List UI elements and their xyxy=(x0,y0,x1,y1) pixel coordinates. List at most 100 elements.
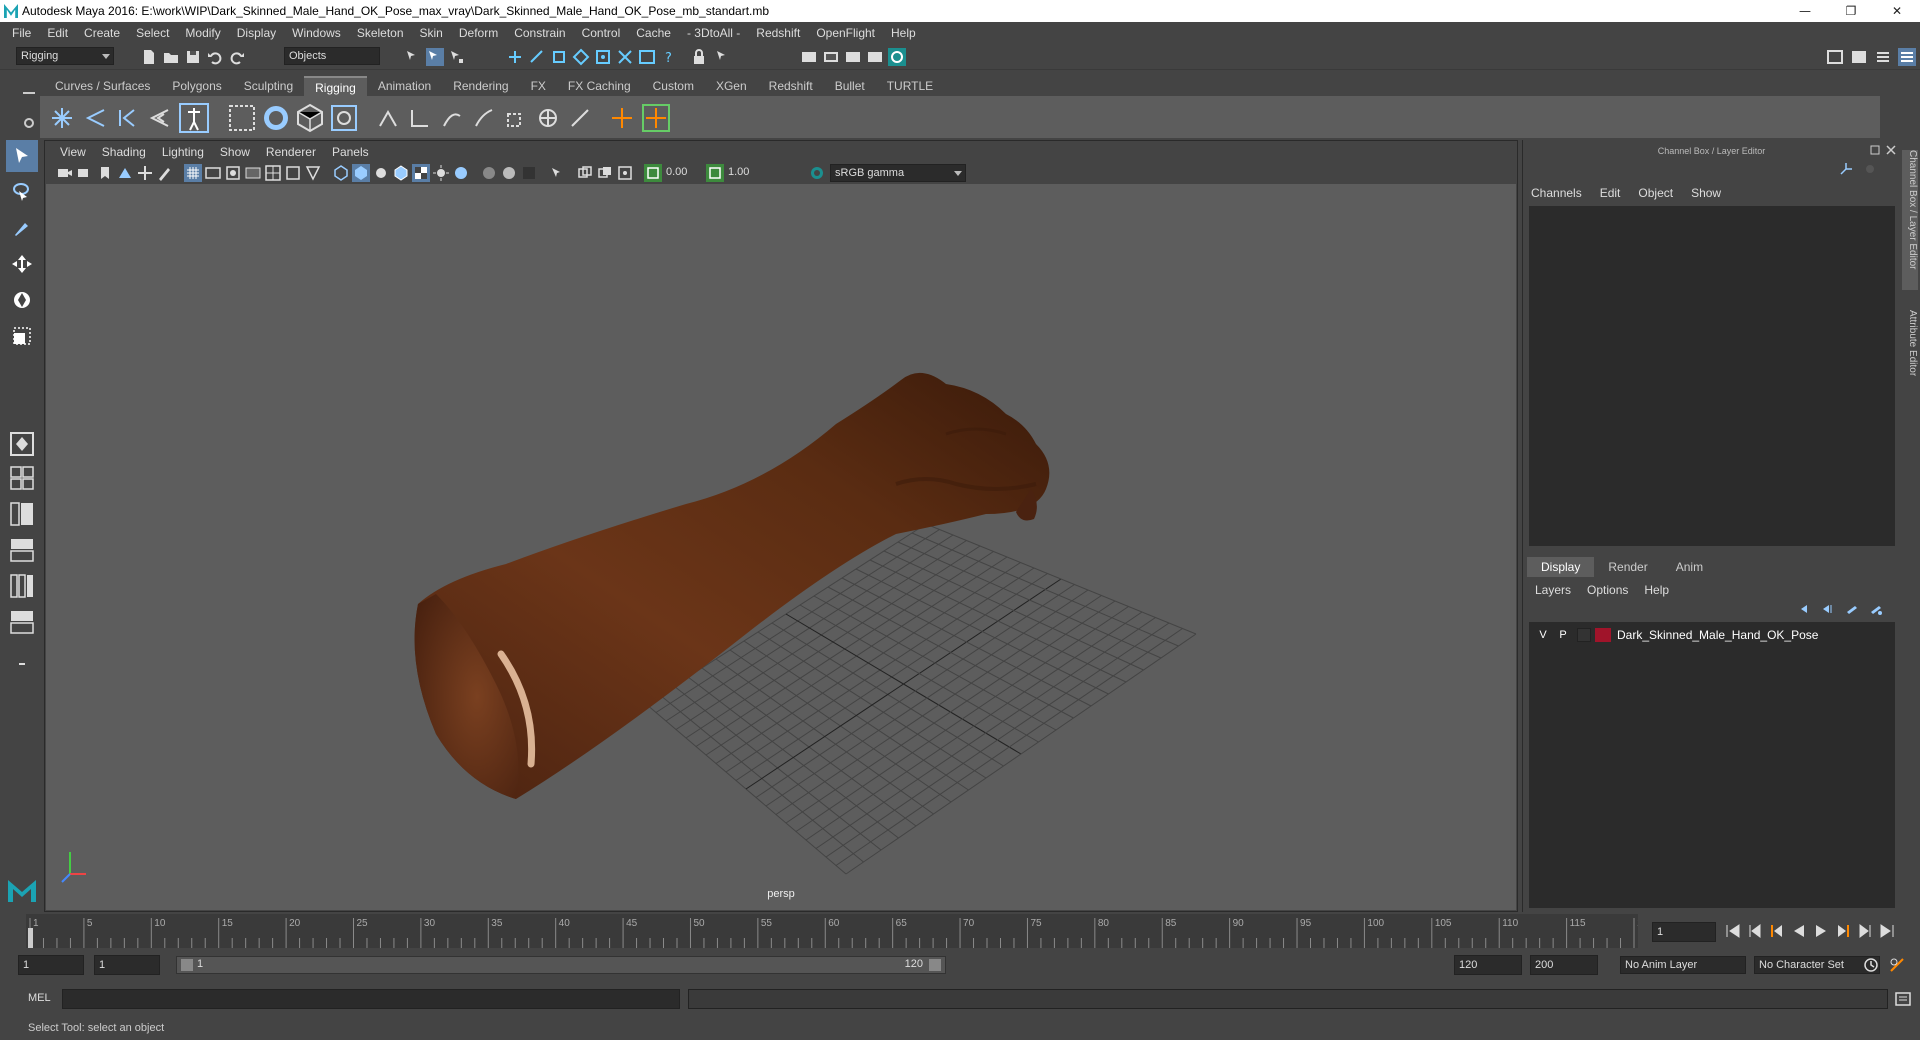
animation-start-field[interactable]: 1 xyxy=(18,955,84,975)
new-layer-selected-icon[interactable] xyxy=(1869,602,1883,616)
save-scene-icon[interactable] xyxy=(184,48,202,66)
gamma-icon[interactable] xyxy=(706,164,724,182)
menu-file[interactable]: File xyxy=(4,26,39,40)
scale-constraint-icon[interactable] xyxy=(504,106,528,130)
use-default-material-icon[interactable] xyxy=(372,164,390,182)
use-all-lights-icon[interactable] xyxy=(432,164,450,182)
humanik-icon[interactable] xyxy=(178,102,210,134)
snap-grid-icon[interactable] xyxy=(506,48,524,66)
render-settings-icon[interactable] xyxy=(844,48,862,66)
safe-title-icon[interactable] xyxy=(304,164,322,182)
shelf-tab-curves-surfaces[interactable]: Curves / Surfaces xyxy=(44,76,161,96)
menu-select[interactable]: Select xyxy=(128,26,177,40)
step-forward-icon[interactable] xyxy=(1856,922,1874,940)
shelf-tab-sculpting[interactable]: Sculpting xyxy=(233,76,304,96)
pole-vector-icon[interactable] xyxy=(568,106,592,130)
safe-action-icon[interactable] xyxy=(284,164,302,182)
menu-openflight[interactable]: OpenFlight xyxy=(808,26,883,40)
range-slider[interactable]: 1 120 xyxy=(176,956,946,974)
layer-color-swatch[interactable] xyxy=(1595,628,1611,642)
select-mode-dropdown[interactable]: Objects xyxy=(284,47,380,65)
ik-spline-icon[interactable] xyxy=(408,106,432,130)
new-scene-icon[interactable] xyxy=(140,48,158,66)
smooth-bind-icon[interactable] xyxy=(260,102,292,134)
play-forwards-icon[interactable] xyxy=(1812,922,1830,940)
isolate-select-icon[interactable] xyxy=(548,164,566,182)
shadows-icon[interactable] xyxy=(452,164,470,182)
shelf-tab-rigging[interactable]: Rigging xyxy=(304,76,367,96)
insert-joint-icon[interactable] xyxy=(84,106,108,130)
layer-menu-help[interactable]: Help xyxy=(1644,583,1669,597)
channel-box-menu-object[interactable]: Object xyxy=(1638,186,1673,200)
orient-joint-icon[interactable] xyxy=(148,106,172,130)
rotate-tool[interactable] xyxy=(6,284,38,316)
menu-control[interactable]: Control xyxy=(574,26,629,40)
side-tab-channel-box[interactable]: Channel Box / Layer Editor xyxy=(1902,150,1918,290)
menu-redshift[interactable]: Redshift xyxy=(748,26,808,40)
aim-constraint-icon[interactable] xyxy=(536,106,560,130)
bind-skin-icon[interactable] xyxy=(226,102,258,134)
layer-playback-toggle[interactable]: P xyxy=(1553,629,1573,641)
select-tool[interactable] xyxy=(6,140,38,172)
four-view-layout[interactable] xyxy=(6,462,38,494)
toggle-icon[interactable] xyxy=(1863,162,1877,176)
lasso-tool[interactable] xyxy=(6,176,38,208)
parent-constraint-icon[interactable] xyxy=(472,106,496,130)
viewport-menu-shading[interactable]: Shading xyxy=(94,145,154,159)
range-slider-end-handle[interactable] xyxy=(929,959,941,971)
snap-surface-icon[interactable] xyxy=(616,48,634,66)
motion-blur-icon[interactable] xyxy=(500,164,518,182)
shelf-tab-polygons[interactable]: Polygons xyxy=(161,76,232,96)
step-back-key-icon[interactable] xyxy=(1768,922,1786,940)
snap-point-icon[interactable] xyxy=(550,48,568,66)
gamma-value[interactable]: 1.00 xyxy=(728,166,749,178)
viewport-menu-panels[interactable]: Panels xyxy=(324,145,377,159)
move-tool[interactable] xyxy=(6,248,38,280)
viewport-3d[interactable]: persp xyxy=(46,184,1516,910)
ambient-occlusion-icon[interactable] xyxy=(480,164,498,182)
menu-windows[interactable]: Windows xyxy=(284,26,349,40)
menu-cache[interactable]: Cache xyxy=(628,26,679,40)
playback-end-field[interactable]: 120 xyxy=(1454,955,1522,975)
layer-name[interactable]: Dark_Skinned_Male_Hand_OK_Pose xyxy=(1617,628,1818,642)
menu-deform[interactable]: Deform xyxy=(451,26,506,40)
axis-colors-icon[interactable] xyxy=(1839,162,1853,176)
animation-preferences-icon[interactable] xyxy=(1888,956,1906,974)
shelf-tab-animation[interactable]: Animation xyxy=(367,76,442,96)
shelf-menu-icon[interactable] xyxy=(20,84,38,102)
camera-attributes-icon[interactable] xyxy=(76,164,94,182)
current-time-marker[interactable] xyxy=(28,928,33,948)
select-hierarchy-icon[interactable] xyxy=(404,48,422,66)
snap-magnet-icon[interactable] xyxy=(638,48,656,66)
go-to-end-icon[interactable] xyxy=(1878,922,1896,940)
menu-skin[interactable]: Skin xyxy=(412,26,451,40)
lattice-icon[interactable] xyxy=(294,102,326,134)
paint-select-tool[interactable] xyxy=(6,212,38,244)
open-scene-icon[interactable] xyxy=(162,48,180,66)
menu-display[interactable]: Display xyxy=(229,26,284,40)
point-constraint-icon[interactable] xyxy=(610,106,634,130)
ik-handle-icon[interactable] xyxy=(376,106,400,130)
shelf-tab-fx-caching[interactable]: FX Caching xyxy=(557,76,642,96)
snap-help-icon[interactable]: ? xyxy=(660,48,678,66)
layout-menu[interactable] xyxy=(6,648,38,680)
textured-icon[interactable] xyxy=(412,164,430,182)
current-frame-field[interactable]: 1 xyxy=(1652,922,1716,942)
minimize-button[interactable]: — xyxy=(1782,0,1828,22)
animation-end-field[interactable]: 200 xyxy=(1530,955,1598,975)
step-back-icon[interactable] xyxy=(1746,922,1764,940)
menu-edit[interactable]: Edit xyxy=(39,26,76,40)
render-ipr-icon[interactable] xyxy=(822,48,840,66)
orient-constraint-icon[interactable] xyxy=(640,102,672,134)
channel-box-menu-edit[interactable]: Edit xyxy=(1600,186,1621,200)
viewport-menu-view[interactable]: View xyxy=(52,145,94,159)
xray-joints-icon[interactable] xyxy=(616,164,634,182)
snap-live-icon[interactable] xyxy=(594,48,612,66)
camera-icon[interactable] xyxy=(56,164,74,182)
close-button[interactable]: ✕ xyxy=(1874,0,1920,22)
toggle-tool-settings-icon[interactable] xyxy=(1874,48,1892,66)
menu-constrain[interactable]: Constrain xyxy=(506,26,573,40)
gate-mask-icon[interactable] xyxy=(244,164,262,182)
shelf-tab-custom[interactable]: Custom xyxy=(642,76,705,96)
resolution-gate-icon[interactable] xyxy=(224,164,242,182)
